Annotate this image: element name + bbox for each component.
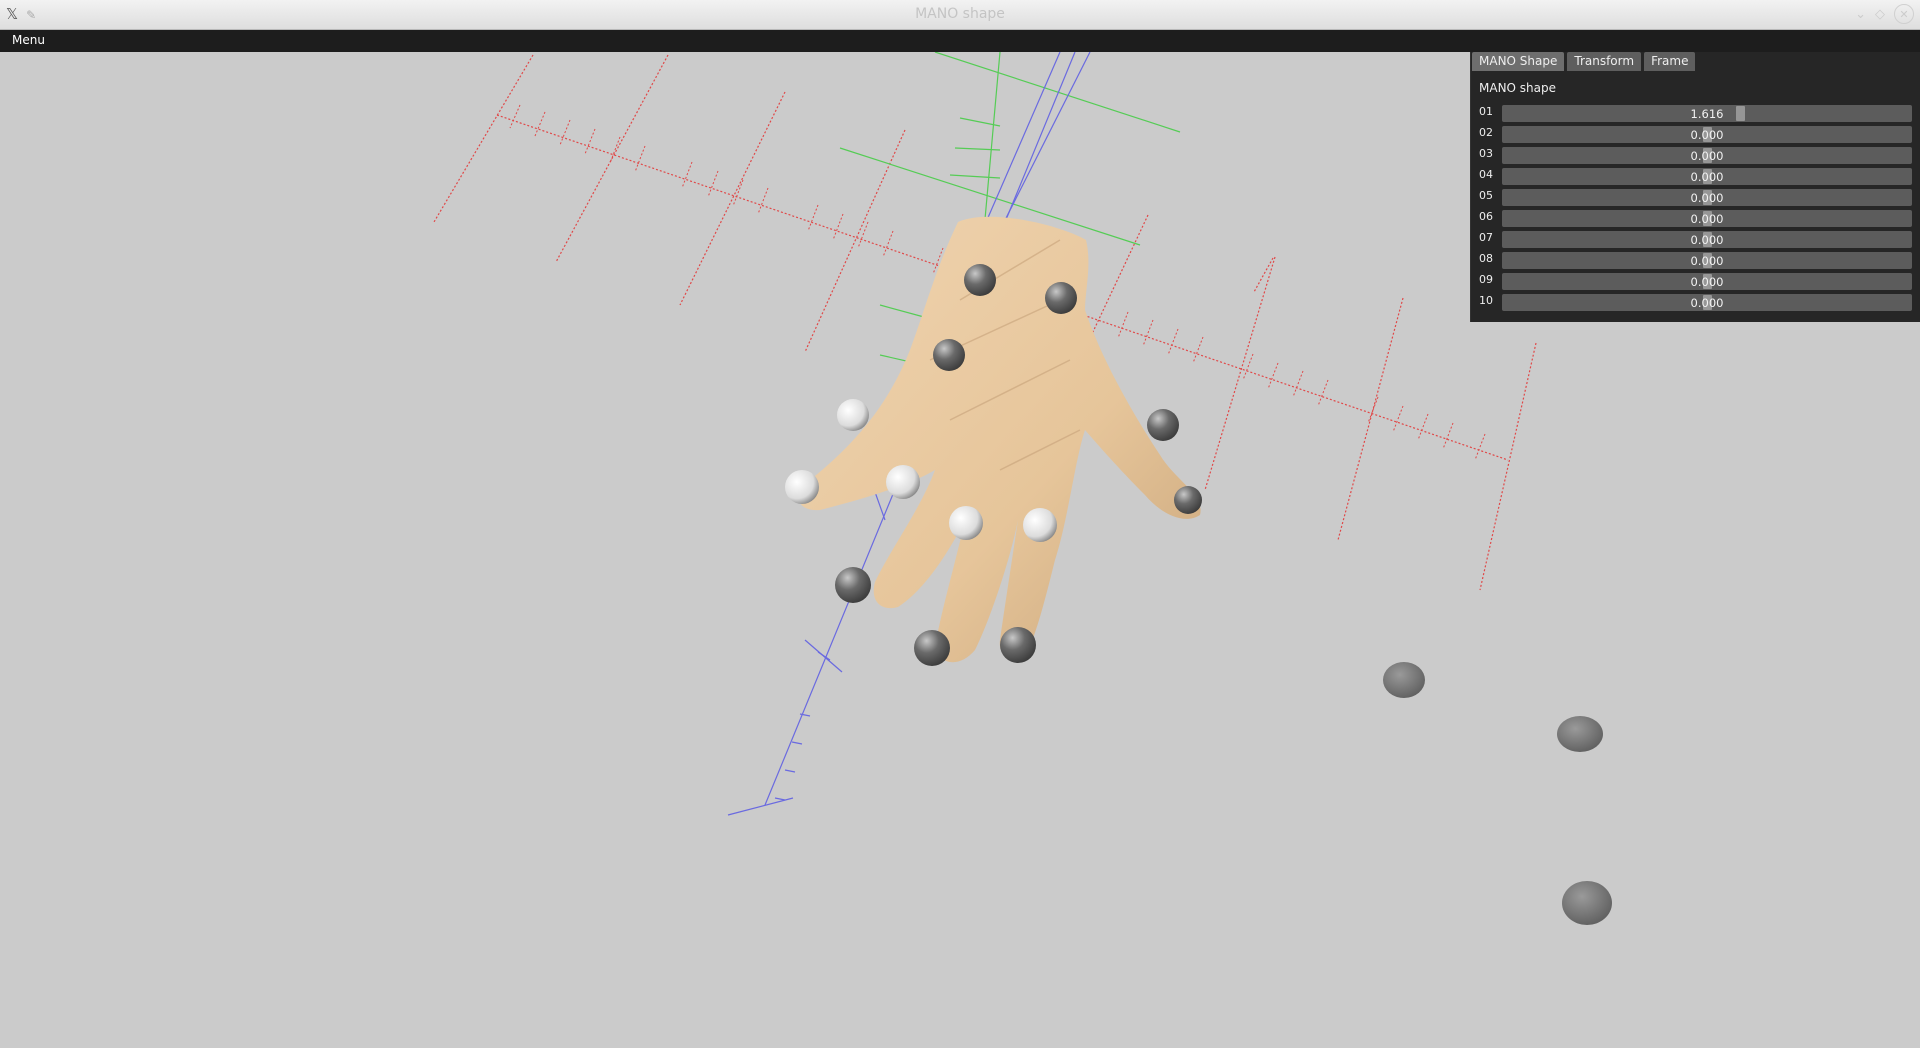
shape-param-row: 01 1.616 [1471, 104, 1920, 125]
menu-button[interactable]: Menu [12, 33, 45, 47]
joint-marker [1000, 627, 1036, 663]
window-controls: ⌄ ◇ ✕ [1855, 4, 1914, 24]
menubar: Menu [0, 30, 1920, 52]
joint-marker [837, 399, 869, 431]
param-label: 01 [1479, 105, 1493, 118]
joint-marker [785, 470, 819, 504]
disk-marker [1557, 716, 1603, 752]
param-value: 0.000 [1690, 254, 1724, 268]
param-slider[interactable]: 0.000 [1502, 231, 1912, 248]
shape-param-row: 04 0.000 [1471, 167, 1920, 188]
shape-param-row: 05 0.000 [1471, 188, 1920, 209]
joint-marker [964, 264, 996, 296]
joint-marker [1023, 508, 1057, 542]
param-slider[interactable]: 0.000 [1502, 210, 1912, 227]
section-title: MANO shape [1479, 81, 1557, 95]
shape-param-row: 07 0.000 [1471, 230, 1920, 251]
param-value: 0.000 [1690, 191, 1724, 205]
tab-mano-shape[interactable]: MANO Shape [1472, 52, 1565, 71]
param-slider[interactable]: 0.000 [1502, 126, 1912, 143]
param-slider[interactable]: 0.000 [1502, 294, 1912, 311]
joint-marker [1174, 486, 1202, 514]
param-slider[interactable]: 1.616 [1502, 105, 1912, 122]
param-slider[interactable]: 0.000 [1502, 189, 1912, 206]
param-slider[interactable]: 0.000 [1502, 252, 1912, 269]
window-titlebar[interactable]: 𝕏 ✎ MANO shape ⌄ ◇ ✕ [0, 0, 1920, 30]
tab-frame[interactable]: Frame [1644, 52, 1696, 71]
tab-transform[interactable]: Transform [1567, 52, 1642, 71]
param-value: 0.000 [1690, 212, 1724, 226]
param-value: 0.000 [1690, 149, 1724, 163]
joint-marker [886, 465, 920, 499]
param-slider[interactable]: 0.000 [1502, 147, 1912, 164]
floating-disks [1383, 662, 1612, 925]
close-icon[interactable]: ✕ [1894, 4, 1914, 24]
disk-marker [1383, 662, 1425, 698]
shape-param-row: 02 0.000 [1471, 125, 1920, 146]
joint-marker [1045, 282, 1077, 314]
param-slider[interactable]: 0.000 [1502, 273, 1912, 290]
param-slider[interactable]: 0.000 [1502, 168, 1912, 185]
shape-param-row: 03 0.000 [1471, 146, 1920, 167]
joint-marker [1147, 409, 1179, 441]
param-label: 08 [1479, 252, 1493, 265]
param-label: 10 [1479, 294, 1493, 307]
param-label: 02 [1479, 126, 1493, 139]
param-label: 09 [1479, 273, 1493, 286]
param-value: 0.000 [1690, 128, 1724, 142]
disk-marker [1562, 881, 1612, 925]
joint-marker [949, 506, 983, 540]
minimize-icon[interactable]: ⌄ [1855, 7, 1866, 22]
panel-tabs: MANO Shape Transform Frame [1471, 52, 1696, 72]
param-label: 06 [1479, 210, 1493, 223]
param-value: 1.616 [1690, 107, 1724, 121]
param-value: 0.000 [1690, 170, 1724, 184]
shape-param-row: 06 0.000 [1471, 209, 1920, 230]
joint-marker [933, 339, 965, 371]
param-label: 07 [1479, 231, 1493, 244]
param-label: 03 [1479, 147, 1493, 160]
param-value: 0.000 [1690, 296, 1724, 310]
param-label: 05 [1479, 189, 1493, 202]
joint-marker [914, 630, 950, 666]
shape-param-row: 10 0.000 [1471, 293, 1920, 314]
param-value: 0.000 [1690, 233, 1724, 247]
param-label: 04 [1479, 168, 1493, 181]
window-title: MANO shape [915, 6, 1005, 22]
joint-marker [835, 567, 871, 603]
param-value: 0.000 [1690, 275, 1724, 289]
shape-param-row: 09 0.000 [1471, 272, 1920, 293]
maximize-icon[interactable]: ◇ [1875, 7, 1885, 22]
mano-shape-panel: MANO Shape Transform Frame MANO shape 01 1.… [1470, 52, 1920, 322]
shape-param-row: 08 0.000 [1471, 251, 1920, 272]
